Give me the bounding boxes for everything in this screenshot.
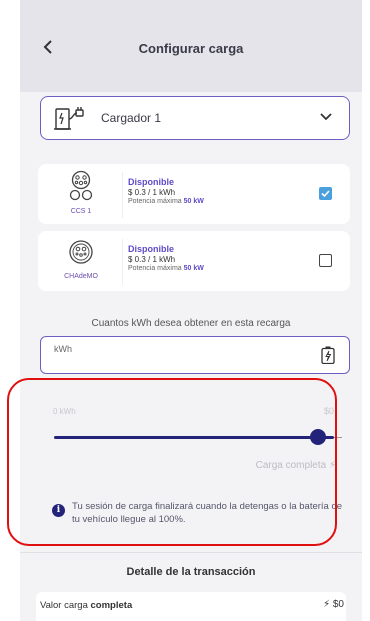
connector-info: Disponible $ 0.3 / 1 kWh Potencia máxima…	[128, 177, 204, 205]
chevron-down-icon	[319, 109, 333, 128]
kwh-input-field[interactable]: kWh	[40, 336, 350, 374]
kwh-input-placeholder: kWh	[54, 344, 72, 354]
battery-charge-icon[interactable]	[321, 346, 335, 369]
kwh-question: Cuantos kWh desea obtener en esta recarg…	[91, 318, 291, 329]
row-label-prefix: Valor carga	[40, 600, 91, 611]
connector-card-chademo[interactable]: CHAdeMO Disponible $ 0.3 / 1 kWh Potenci…	[38, 231, 350, 291]
connector-ccs1: CCS 1	[52, 170, 110, 215]
power-value: 50 kW	[183, 198, 204, 205]
full-charge-value-row: Valor carga completa ⚡︎ $0	[36, 592, 346, 621]
connector-status: Disponible	[128, 244, 175, 254]
connector-price: $ 0.3 / 1 kWh	[128, 255, 176, 264]
highlight-annotation	[7, 378, 337, 546]
check-icon	[321, 190, 330, 198]
connector-price: $ 0.3 / 1 kWh	[128, 188, 176, 197]
connector-name: CHAdeMO	[64, 273, 98, 280]
row-label-bold: completa	[90, 600, 133, 611]
power-value: 50 kW	[183, 265, 204, 272]
connector-checkbox-unchecked[interactable]	[319, 254, 332, 267]
section-divider	[20, 552, 362, 553]
divider	[122, 172, 123, 218]
ccs1-plug-icon	[69, 170, 93, 201]
divider	[122, 239, 123, 285]
power-label: Potencia máxima	[128, 198, 182, 205]
connector-checkbox-checked[interactable]	[319, 187, 332, 200]
transaction-detail-title: Detalle de la transacción	[126, 566, 256, 578]
charger-station-icon	[53, 105, 89, 138]
page-title: Configurar carga	[138, 41, 244, 56]
connector-info: Disponible $ 0.3 / 1 kWh Potencia máxima…	[128, 244, 204, 272]
row-value: ⚡︎ $0	[323, 599, 344, 610]
charger-select[interactable]: Cargador 1	[40, 96, 350, 140]
connector-name: CCS 1	[70, 208, 92, 215]
connector-chademo: CHAdeMO	[52, 237, 110, 280]
connector-power: Potencia máxima 50 kW	[128, 265, 204, 272]
connector-card-ccs1[interactable]: CCS 1 Disponible $ 0.3 / 1 kWh Potencia …	[38, 164, 350, 224]
chademo-plug-icon	[69, 240, 93, 264]
charger-select-value: Cargador 1	[101, 111, 162, 125]
app-header: Configurar carga	[20, 0, 362, 92]
row-label: Valor carga completa	[40, 600, 132, 611]
connector-power: Potencia máxima 50 kW	[128, 198, 204, 205]
power-label: Potencia máxima	[128, 265, 182, 272]
connector-status: Disponible	[128, 177, 175, 187]
